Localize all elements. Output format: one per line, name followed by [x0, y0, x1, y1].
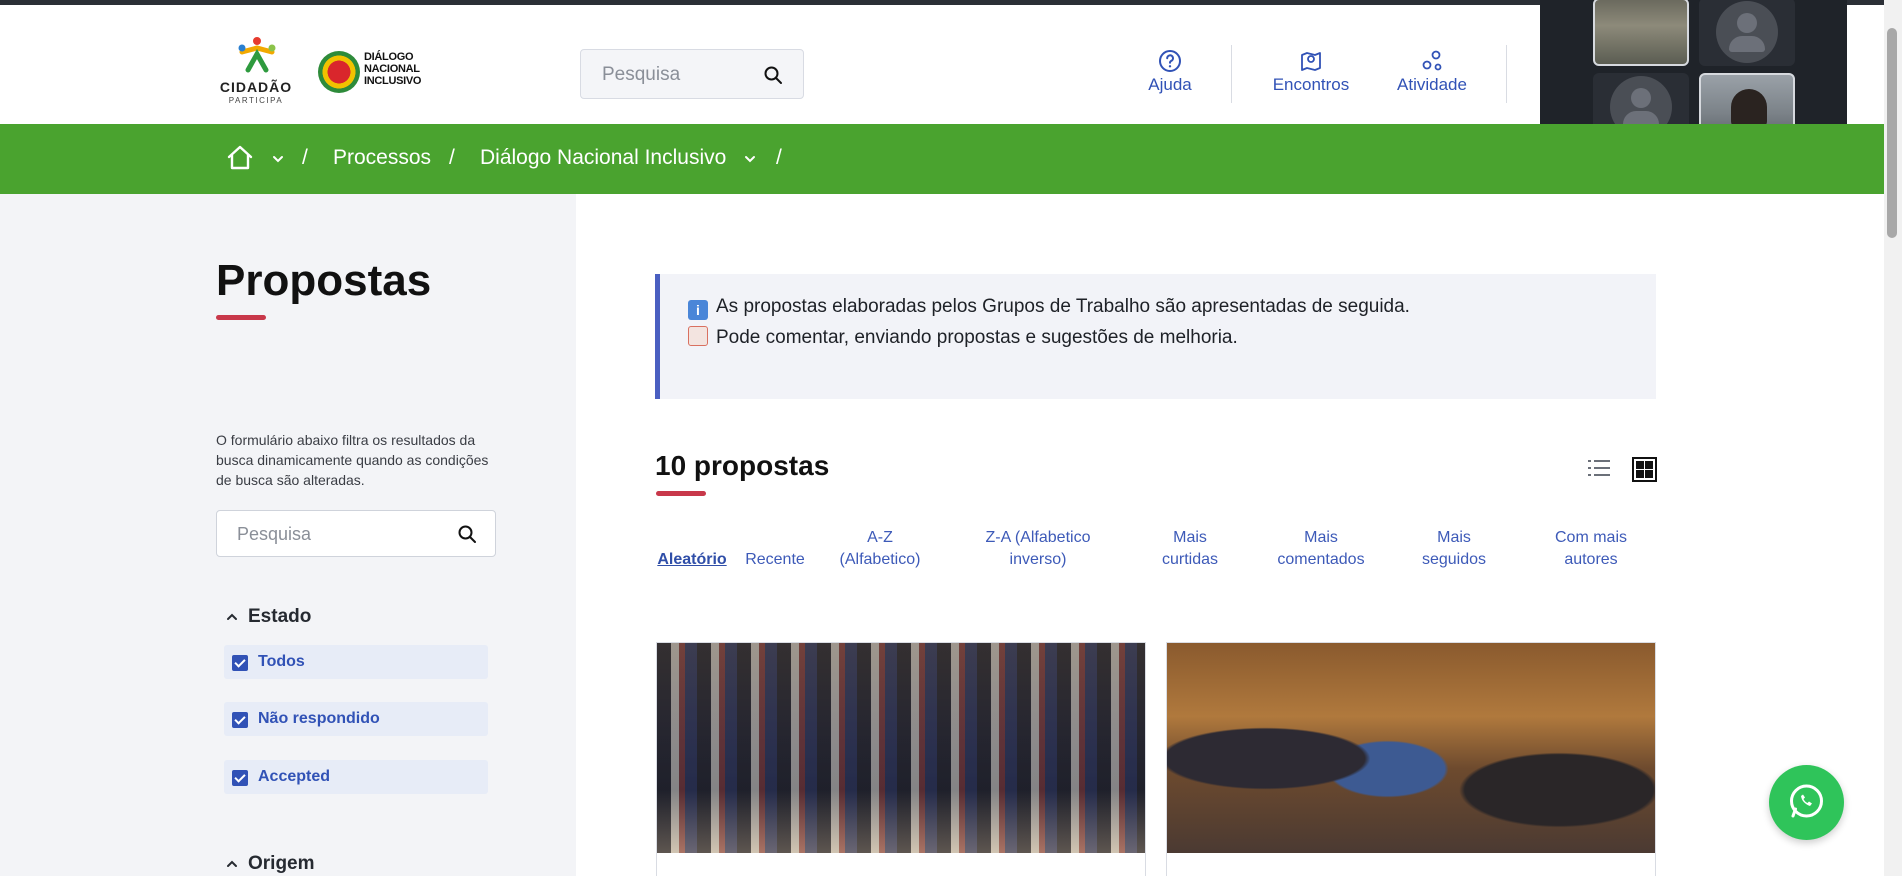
proposal-card[interactable]	[656, 642, 1146, 876]
estado-heading: Estado	[248, 606, 312, 627]
header-search-input[interactable]: Pesquisa	[580, 49, 804, 99]
filter-option-nao-respondido[interactable]: Não respondido	[224, 702, 488, 736]
filter-option-label: Todos	[258, 653, 305, 670]
sort-mais-seguidos[interactable]: Mais seguidos	[1410, 527, 1498, 571]
search-icon[interactable]	[763, 65, 783, 85]
filter-search-placeholder: Pesquisa	[237, 524, 312, 544]
memo-icon	[688, 326, 708, 346]
count-underline	[656, 491, 706, 496]
activity-icon	[1422, 50, 1442, 71]
grid-view-icon[interactable]	[1632, 457, 1657, 482]
proposal-card-image	[657, 643, 1145, 853]
participant-avatar-tile[interactable]	[1699, 0, 1795, 66]
origem-heading: Origem	[248, 853, 315, 874]
mozambique-emblem-icon	[318, 51, 360, 93]
info-callout: i As propostas elaboradas pelos Grupos de…	[655, 274, 1656, 399]
checkbox-checked[interactable]	[232, 712, 248, 728]
sort-recente[interactable]: Recente	[740, 549, 810, 571]
sort-z-a[interactable]: Z-A (Alfabetico inverso)	[975, 527, 1101, 571]
breadcrumb-processos[interactable]: Processos	[333, 146, 431, 170]
nav-encontros[interactable]: Encontros	[1266, 49, 1356, 99]
proposals-count-title: 10 propostas	[655, 450, 830, 481]
whatsapp-icon	[1790, 784, 1823, 818]
whatsapp-button[interactable]	[1769, 765, 1844, 840]
nav-atividade[interactable]: Atividade	[1390, 49, 1474, 99]
breadcrumb-separator: /	[449, 146, 455, 169]
sort-mais-curtidas[interactable]: Mais curtidas	[1146, 527, 1234, 571]
chevron-up-icon	[227, 613, 237, 620]
breadcrumb-separator: /	[776, 146, 782, 169]
map-pin-icon	[1301, 52, 1321, 71]
nav-atividade-label: Atividade	[1397, 75, 1467, 94]
cidadao-participa-logo[interactable]: CIDADÃO PARTICIPA	[216, 32, 296, 110]
chevron-down-icon[interactable]	[744, 155, 756, 163]
logo-wordmark: CIDADÃO	[219, 79, 293, 95]
info-icon: i	[688, 300, 708, 320]
nav-ajuda[interactable]: Ajuda	[1140, 49, 1200, 99]
filter-option-todos[interactable]: Todos	[224, 645, 488, 679]
filter-option-label: Não respondido	[258, 710, 380, 727]
header-search-placeholder: Pesquisa	[602, 64, 681, 85]
scrollbar-thumb[interactable]	[1887, 28, 1897, 238]
filter-description: O formulário abaixo filtra os resultados…	[216, 432, 489, 488]
filter-search-input[interactable]: Pesquisa	[216, 510, 496, 557]
chevron-up-icon	[227, 860, 237, 867]
dni-wordmark: DIÁLOGO NACIONAL INCLUSIVO	[364, 51, 422, 87]
filter-option-label: Accepted	[258, 768, 331, 785]
filter-option-accepted[interactable]: Accepted	[224, 760, 488, 794]
help-circle-icon	[1159, 50, 1181, 72]
sort-aleatorio[interactable]: Aleatório	[655, 549, 729, 571]
nav-encontros-label: Encontros	[1272, 75, 1350, 94]
page-title: Propostas	[216, 256, 432, 305]
sort-com-mais-autores[interactable]: Com mais autores	[1540, 527, 1642, 571]
breadcrumb-dialogo[interactable]: Diálogo Nacional Inclusivo	[480, 146, 726, 170]
nav-ajuda-label: Ajuda	[1148, 75, 1192, 94]
participant-camera-tile[interactable]	[1593, 0, 1689, 66]
checkbox-checked[interactable]	[232, 655, 248, 671]
estado-filter-toggle[interactable]: Estado	[226, 606, 311, 628]
info-line: Pode comentar, enviando propostas e suge…	[688, 326, 1238, 349]
nav-divider	[1506, 45, 1507, 103]
dialogo-nacional-logo[interactable]: DIÁLOGO NACIONAL INCLUSIVO	[316, 47, 426, 97]
chevron-down-icon[interactable]	[272, 155, 284, 163]
proposal-card-image	[1167, 643, 1655, 853]
info-line: i As propostas elaboradas pelos Grupos de…	[688, 296, 1410, 320]
title-underline	[216, 315, 266, 320]
logo-subtitle: PARTICIPA	[228, 96, 284, 105]
list-view-icon[interactable]	[1588, 458, 1610, 478]
breadcrumb: / Processos / Diálogo Nacional Inclusivo…	[0, 124, 1884, 194]
checkbox-checked[interactable]	[232, 770, 248, 786]
breadcrumb-separator: /	[302, 146, 308, 169]
user-avatar-icon	[1716, 1, 1778, 63]
people-logo-icon	[238, 37, 276, 73]
nav-divider	[1231, 45, 1232, 103]
search-icon[interactable]	[457, 524, 477, 544]
sort-a-z[interactable]: A-Z (Alfabetico)	[830, 527, 930, 571]
sort-mais-comentados[interactable]: Mais comentados	[1266, 527, 1376, 571]
origem-filter-toggle[interactable]: Origem	[226, 853, 315, 875]
proposal-card[interactable]	[1166, 642, 1656, 876]
participant-video-figure	[1731, 89, 1767, 129]
home-icon[interactable]	[226, 144, 254, 172]
